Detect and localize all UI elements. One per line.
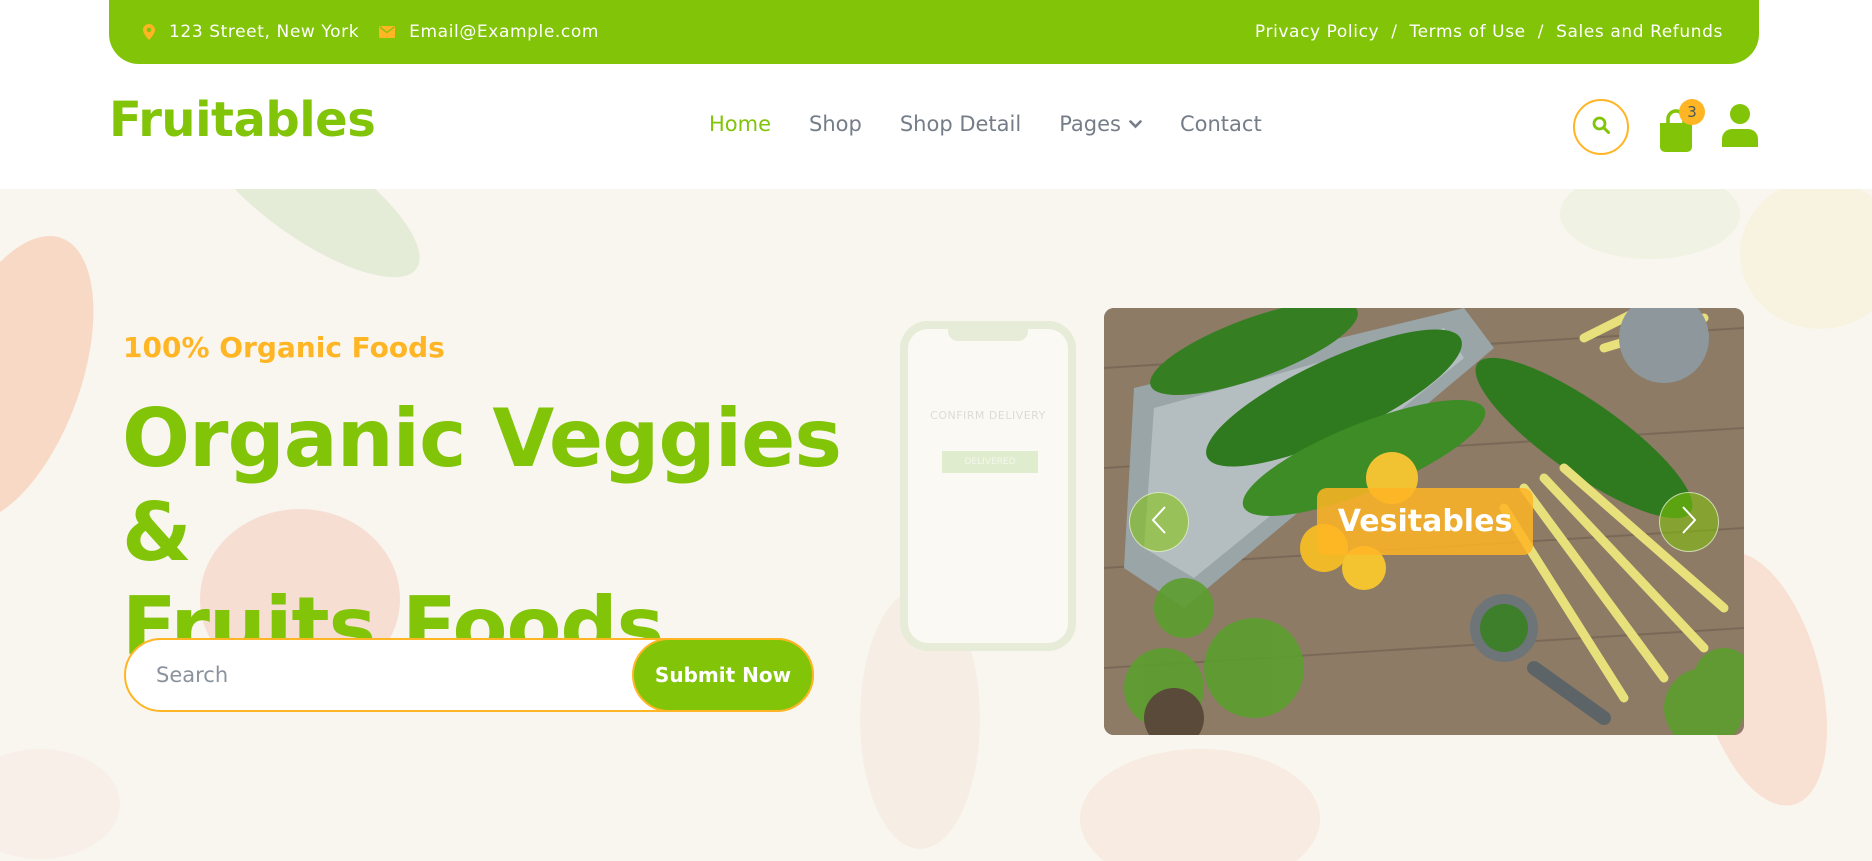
envelope-icon — [379, 26, 396, 38]
phone-illustration: CONFIRM DELIVERY DELIVERED — [900, 321, 1076, 651]
user-icon — [1721, 104, 1759, 151]
privacy-policy-link[interactable]: Privacy Policy — [1255, 22, 1379, 42]
hero-headline: Organic Veggies & Fruits Foods — [122, 392, 882, 674]
search-icon — [1592, 116, 1610, 138]
phone-button-text: DELIVERED — [942, 451, 1038, 473]
sales-and-refunds-link[interactable]: Sales and Refunds — [1556, 22, 1723, 42]
hero-search-input[interactable] — [156, 663, 596, 687]
cart-count-badge: 3 — [1679, 99, 1705, 125]
carousel-caption[interactable]: Vesitables — [1317, 488, 1533, 555]
topbar-address: 123 Street, New York — [143, 22, 359, 42]
email-text[interactable]: Email@Example.com — [409, 22, 599, 42]
hero-subheading: 100% Organic Foods — [123, 331, 445, 364]
brand-logo[interactable]: Fruitables — [109, 92, 376, 148]
phone-text: CONFIRM DELIVERY — [930, 409, 1046, 422]
nav-shop[interactable]: Shop — [809, 112, 862, 136]
link-separator: / — [1537, 22, 1545, 42]
nav-actions: 3 — [1573, 99, 1761, 155]
chevron-left-icon — [1151, 505, 1167, 539]
nav-home[interactable]: Home — [709, 112, 771, 136]
navbar: Fruitables Home Shop Shop Detail Pages C… — [0, 64, 1872, 189]
search-button[interactable] — [1573, 99, 1629, 155]
user-account-button[interactable] — [1721, 103, 1761, 151]
submit-now-button[interactable]: Submit Now — [632, 638, 814, 712]
nav-pages-label: Pages — [1059, 112, 1121, 136]
address-text: 123 Street, New York — [169, 22, 360, 42]
cart-button[interactable]: 3 — [1657, 99, 1705, 152]
chevron-down-icon — [1129, 119, 1142, 129]
chevron-right-icon — [1681, 505, 1697, 539]
hero-carousel: Vesitables — [1104, 308, 1744, 735]
map-marker-icon — [143, 24, 155, 40]
carousel-prev-button[interactable] — [1129, 492, 1189, 552]
link-separator: / — [1391, 22, 1398, 42]
topbar-contact: 123 Street, New York Email@Example.com — [143, 22, 619, 42]
headline-line-1: Organic Veggies & — [122, 392, 842, 579]
nav-pages-dropdown[interactable]: Pages — [1059, 112, 1142, 136]
nav-contact[interactable]: Contact — [1180, 112, 1262, 136]
nav-shop-detail[interactable]: Shop Detail — [900, 112, 1021, 136]
hero-search-form: Submit Now — [124, 638, 814, 712]
topbar-links: Privacy Policy / Terms of Use / Sales an… — [1255, 22, 1723, 42]
topbar-email[interactable]: Email@Example.com — [379, 22, 599, 42]
main-nav: Home Shop Shop Detail Pages Contact — [709, 112, 1300, 136]
terms-of-use-link[interactable]: Terms of Use — [1410, 22, 1526, 42]
topbar: 123 Street, New York Email@Example.com P… — [109, 0, 1759, 64]
hero-section: CONFIRM DELIVERY DELIVERED 100% Organic … — [0, 189, 1872, 861]
carousel-next-button[interactable] — [1659, 492, 1719, 552]
